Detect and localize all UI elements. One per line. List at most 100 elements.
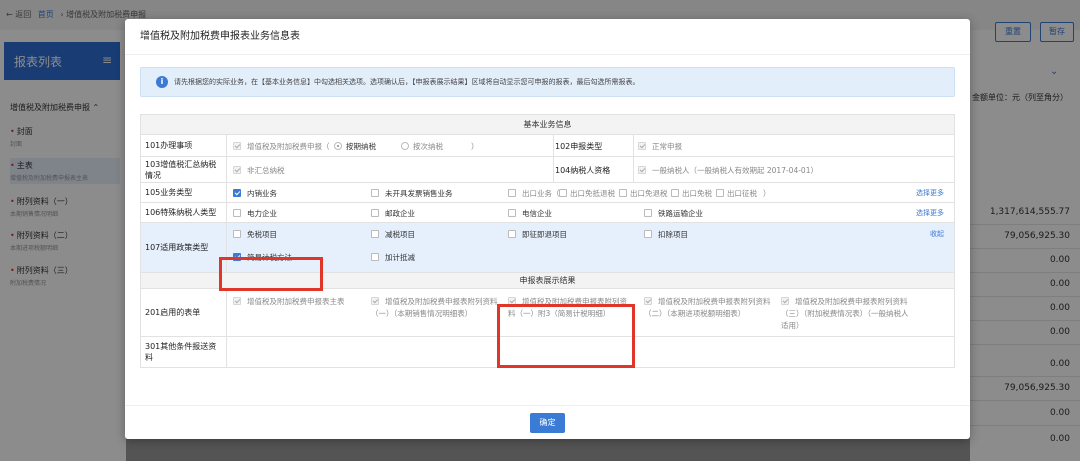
option-label: 加计抵减 bbox=[385, 253, 415, 262]
item-label: 一般纳税人（一般纳税人有效期起 2017-04-01） bbox=[652, 166, 818, 175]
checkbox[interactable] bbox=[508, 230, 516, 238]
form-annex1: 增值税及附加税费申报表附列资料（一）（本期销售情况明细表） bbox=[371, 296, 501, 320]
section-basic-header: 基本业务信息 bbox=[141, 115, 954, 135]
option-export[interactable]: 出口业务（ bbox=[508, 188, 560, 199]
row-label: 301其他条件报送资料 bbox=[141, 337, 227, 367]
checkbox[interactable] bbox=[559, 189, 567, 197]
option-additional-deduction[interactable]: 加计抵减 bbox=[371, 252, 415, 263]
option-label: 铁路运输企业 bbox=[658, 209, 703, 218]
form-main: 增值税及附加税费申报表主表 bbox=[233, 296, 368, 308]
item-label: 正常申报 bbox=[652, 142, 682, 151]
highlight-simple-tax bbox=[219, 257, 323, 291]
form-annex2: 增值税及附加税费申报表附列资料（二）（本期进项税额明细表） bbox=[644, 296, 779, 320]
option-label: 出口业务（ bbox=[522, 189, 560, 198]
option-label: 出口免抵退税 bbox=[570, 189, 615, 198]
option-export-taxed[interactable]: 出口征税 bbox=[716, 188, 757, 199]
row-101-102: 101办理事项 增值税及附加税费申报（ 按期纳税 按次纳税 ） 102申报类型 … bbox=[141, 135, 954, 157]
radio-icon[interactable] bbox=[334, 142, 342, 150]
option-export-refund[interactable]: 出口免退税 bbox=[619, 188, 668, 199]
checkbox[interactable] bbox=[371, 189, 379, 197]
checkbox[interactable] bbox=[371, 230, 379, 238]
form-label: 增值税及附加税费申报表附列资料（二）（本期进项税额明细表） bbox=[644, 297, 771, 318]
option-label: 出口征税 bbox=[727, 189, 757, 198]
radio-periodic[interactable]: 按期纳税 bbox=[334, 141, 376, 152]
option-postal[interactable]: 邮政企业 bbox=[371, 208, 415, 219]
checkbox[interactable] bbox=[508, 189, 516, 197]
option-deduction[interactable]: 扣除项目 bbox=[644, 229, 688, 240]
row-103-104: 103增值税汇总纳税情况 非汇总纳税 104纳税人资格 一般纳税人（一般纳税人有… bbox=[141, 157, 954, 183]
confirm-button[interactable]: 确定 bbox=[530, 413, 565, 433]
business-info-dialog: 增值税及附加税费申报表业务信息表 i 请先根据您的实际业务，在【基本业务信息】中… bbox=[125, 19, 970, 439]
radio-label: 按次纳税 bbox=[413, 142, 443, 151]
checkbox[interactable] bbox=[233, 166, 241, 174]
item-label: 非汇总纳税 bbox=[247, 166, 285, 175]
option-label: 未开具发票销售业务 bbox=[385, 189, 453, 198]
option-label: 出口免退税 bbox=[630, 189, 668, 198]
form-label: 增值税及附加税费申报表附列资料（三）（附加税费情况表）（一般纳税人适用） bbox=[781, 297, 909, 330]
row-label: 103增值税汇总纳税情况 bbox=[141, 157, 227, 182]
checkbox[interactable] bbox=[638, 166, 646, 174]
option-label: 减税项目 bbox=[385, 230, 415, 239]
option-label: 出口免税 bbox=[682, 189, 712, 198]
option-label: 电信企业 bbox=[522, 209, 552, 218]
radio-per-time[interactable]: 按次纳税 bbox=[401, 141, 443, 152]
row-label: 106特殊纳税人类型 bbox=[141, 203, 227, 222]
checkbox[interactable] bbox=[671, 189, 679, 197]
checkbox[interactable] bbox=[508, 209, 516, 217]
row-label: 201启用的表单 bbox=[141, 289, 227, 336]
option-domestic-sales[interactable]: 内销业务 bbox=[233, 188, 277, 199]
item-label: 增值税及附加税费申报（ bbox=[247, 142, 330, 151]
option-tax-reduction[interactable]: 减税项目 bbox=[371, 229, 415, 240]
checkbox[interactable] bbox=[638, 142, 646, 150]
radio-label: 按期纳税 bbox=[346, 142, 376, 151]
form-label: 增值税及附加税费申报表主表 bbox=[247, 297, 345, 306]
paren-close: ） bbox=[471, 142, 479, 151]
option-telecom[interactable]: 电信企业 bbox=[508, 208, 552, 219]
option-label: 即征即退项目 bbox=[522, 230, 567, 239]
checkbox[interactable] bbox=[233, 230, 241, 238]
checkbox[interactable] bbox=[233, 142, 241, 150]
row-label: 101办理事项 bbox=[141, 135, 227, 156]
checkbox[interactable] bbox=[644, 209, 652, 217]
select-more-link[interactable]: 选择更多 bbox=[916, 188, 944, 198]
dialog-footer-divider bbox=[125, 405, 970, 406]
option-export-exempt[interactable]: 出口免税 bbox=[671, 188, 712, 199]
option-no-invoice-sales[interactable]: 未开具发票销售业务 bbox=[371, 188, 453, 199]
highlight-annex1-sub3 bbox=[497, 304, 635, 368]
row-label: 102申报类型 bbox=[555, 142, 603, 151]
checkbox[interactable] bbox=[371, 209, 379, 217]
row-105: 105业务类型 内销业务 未开具发票销售业务 出口业务（ 出口免抵退税 出口免退… bbox=[141, 183, 954, 203]
item-normal-filing: 正常申报 bbox=[638, 141, 682, 152]
checkbox[interactable] bbox=[371, 297, 379, 305]
notice-text: 请先根据您的实际业务，在【基本业务信息】中勾选相关选项。选项确认后，【申报表展示… bbox=[174, 78, 640, 86]
checkbox[interactable] bbox=[644, 230, 652, 238]
row-label: 105业务类型 bbox=[141, 183, 227, 202]
collapse-link[interactable]: 收起 bbox=[930, 229, 944, 239]
checkbox[interactable] bbox=[619, 189, 627, 197]
row-106: 106特殊纳税人类型 电力企业 邮政企业 电信企业 铁路运输企业 选择更多 bbox=[141, 203, 954, 223]
option-label: 内销业务 bbox=[247, 189, 277, 198]
option-power[interactable]: 电力企业 bbox=[233, 208, 277, 219]
checkbox[interactable] bbox=[233, 209, 241, 217]
checkbox[interactable] bbox=[781, 297, 789, 305]
info-notice: i 请先根据您的实际业务，在【基本业务信息】中勾选相关选项。选项确认后，【申报表… bbox=[140, 67, 955, 97]
option-export-credit-refund[interactable]: 出口免抵退税 bbox=[559, 188, 615, 199]
option-tax-exempt[interactable]: 免税项目 bbox=[233, 229, 277, 240]
checkbox[interactable] bbox=[233, 189, 241, 197]
radio-icon[interactable] bbox=[401, 142, 409, 150]
dialog-title: 增值税及附加税费申报表业务信息表 bbox=[125, 19, 970, 55]
row-label: 107适用政策类型 bbox=[141, 223, 227, 272]
row-label: 104纳税人资格 bbox=[555, 166, 611, 175]
select-more-link[interactable]: 选择更多 bbox=[916, 208, 944, 218]
option-label: 电力企业 bbox=[247, 209, 277, 218]
option-railway[interactable]: 铁路运输企业 bbox=[644, 208, 703, 219]
info-icon: i bbox=[156, 76, 168, 88]
option-label: 扣除项目 bbox=[658, 230, 688, 239]
checkbox[interactable] bbox=[716, 189, 724, 197]
checkbox[interactable] bbox=[644, 297, 652, 305]
form-annex3: 增值税及附加税费申报表附列资料（三）（附加税费情况表）（一般纳税人适用） bbox=[781, 296, 911, 332]
option-immediate-refund[interactable]: 即征即退项目 bbox=[508, 229, 567, 240]
checkbox[interactable] bbox=[233, 297, 241, 305]
checkbox[interactable] bbox=[371, 253, 379, 261]
paren-close: ） bbox=[763, 189, 771, 198]
